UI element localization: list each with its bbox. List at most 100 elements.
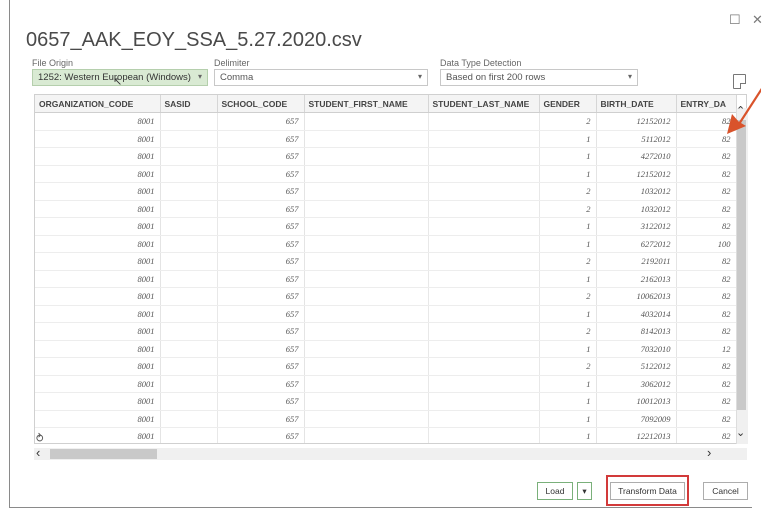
table-cell: 4272010 [596,147,677,166]
table-cell: 8001 [35,427,161,443]
table-cell: 100 [676,235,737,253]
table-cell: 12152012 [596,165,677,183]
column-header[interactable]: SASID [160,95,218,113]
table-cell [304,410,429,428]
table-cell: 8001 [35,340,161,358]
table-cell [428,287,540,306]
table-cell: 657 [217,147,305,166]
preview-table: ORGANIZATION_CODE SASID SCHOOL_CODE STUDENT… [35,95,737,443]
scroll-left-icon[interactable]: ‹ [36,445,40,460]
table-cell: 1032012 [596,200,677,218]
column-header[interactable]: GENDER [539,95,597,113]
table-cell: 657 [217,340,305,358]
table-cell: 8001 [35,392,161,411]
close-icon[interactable]: ✕ [752,12,763,28]
table-cell: 8001 [35,252,161,271]
delimiter-label: Delimiter [214,58,250,68]
sheet-export-icon[interactable] [733,74,746,89]
table-row: 8001 657 1 5112012 82 [35,130,737,148]
column-header[interactable]: STUDENT_FIRST_NAME [304,95,429,113]
table-cell: 82 [676,410,737,428]
table-cell: 2 [539,200,597,218]
table-cell: 3122012 [596,217,677,236]
table-cell: 1 [539,147,597,166]
table-cell: 2 [539,357,597,376]
table-cell [304,270,429,288]
column-header[interactable]: SCHOOL_CODE [217,95,305,113]
table-cell: 657 [217,375,305,393]
data-preview-grid: ORGANIZATION_CODE SASID SCHOOL_CODE STUDENT… [34,94,747,444]
table-row: 8001 657 2 5122012 82 [35,357,737,376]
table-cell: 1 [539,375,597,393]
detection-value: Based on first 200 rows [446,72,546,83]
table-cell: 1 [539,235,597,253]
table-cell [428,200,540,218]
column-header[interactable]: ORGANIZATION_CODE [35,95,161,113]
table-cell: 8001 [35,147,161,166]
table-cell: 1 [539,165,597,183]
chevron-down-icon: ▾ [197,72,202,81]
table-cell: 657 [217,217,305,236]
table-cell: 657 [217,235,305,253]
vertical-scroll-thumb[interactable] [737,120,746,410]
table-cell [428,305,540,323]
table-cell: 657 [217,182,305,201]
table-cell: 8001 [35,287,161,306]
table-cell: 657 [217,427,305,443]
table-cell [160,270,218,288]
loading-spinner-icon: ⥁ [36,433,44,445]
detection-label: Data Type Detection [440,58,522,68]
table-cell [428,410,540,428]
delimiter-select[interactable]: Comma ▾ [214,69,428,86]
table-row: 8001 657 1 3062012 82 [35,375,737,393]
table-cell: 8001 [35,410,161,428]
detection-select[interactable]: Based on first 200 rows ▾ [440,69,638,86]
table-cell [160,112,218,131]
table-row: 8001 657 1 2162013 82 [35,270,737,288]
column-header[interactable]: STUDENT_LAST_NAME [428,95,540,113]
table-cell [160,287,218,306]
table-row: 8001 657 1 6272012 100 [35,235,737,253]
table-cell [428,322,540,341]
table-cell [428,165,540,183]
load-button[interactable]: Load [537,482,573,500]
table-cell [304,340,429,358]
table-cell: 8001 [35,112,161,131]
table-cell: 8001 [35,375,161,393]
table-cell [428,235,540,253]
table-cell: 8001 [35,130,161,148]
table-cell: 82 [676,252,737,271]
scroll-down-icon[interactable]: ⌄ [736,426,745,439]
table-cell [160,305,218,323]
maximize-icon[interactable]: ☐ [729,12,741,28]
table-cell [304,112,429,131]
table-cell: 657 [217,322,305,341]
table-cell [304,217,429,236]
table-cell: 2 [539,287,597,306]
table-cell [160,357,218,376]
cancel-button[interactable]: Cancel [703,482,748,500]
table-cell: 82 [676,165,737,183]
table-cell: 1 [539,427,597,443]
table-cell [304,305,429,323]
table-row: 8001 657 1 10012013 82 [35,392,737,411]
table-row: 8001 657 1 12152012 82 [35,165,737,183]
table-row: 8001 657 2 10062013 82 [35,287,737,306]
table-cell: 3062012 [596,375,677,393]
table-cell [304,392,429,411]
table-row: 8001 657 1 3122012 82 [35,217,737,236]
annotation-arrow-icon [727,88,761,134]
table-cell [160,427,218,443]
load-dropdown-button[interactable]: ▾ [577,482,592,500]
horizontal-scroll-thumb[interactable] [50,449,157,459]
scroll-right-icon[interactable]: › [707,445,711,460]
table-cell: 657 [217,165,305,183]
column-header[interactable]: BIRTH_DATE [596,95,677,113]
table-cell [160,130,218,148]
table-cell: 8142013 [596,322,677,341]
table-cell [160,235,218,253]
table-row: 8001 657 2 12152012 82 [35,112,737,131]
table-row: 8001 657 1 7032010 12 [35,340,737,358]
table-cell: 1 [539,305,597,323]
table-cell: 82 [676,357,737,376]
